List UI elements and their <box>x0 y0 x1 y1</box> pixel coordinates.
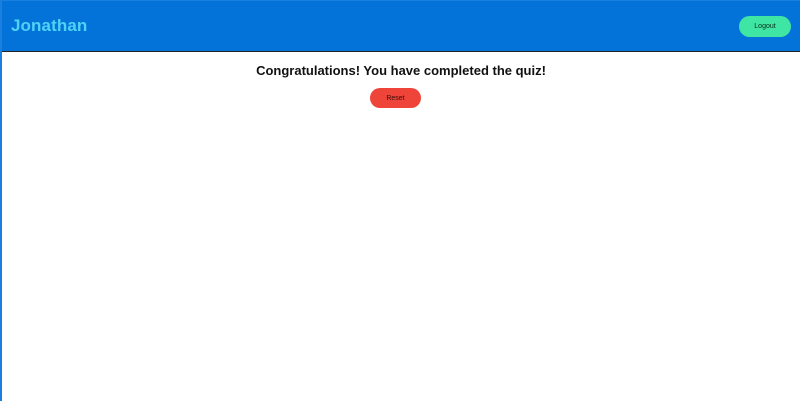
completion-message: Congratulations! You have completed the … <box>256 63 546 78</box>
app-window: Jonathan Logout Congratulations! You hav… <box>0 0 800 401</box>
top-bar: Jonathan Logout <box>2 1 800 52</box>
main-content: Congratulations! You have completed the … <box>2 53 800 401</box>
logout-button[interactable]: Logout <box>739 16 791 37</box>
reset-button[interactable]: Reset <box>370 88 421 108</box>
username-label: Jonathan <box>11 16 88 35</box>
